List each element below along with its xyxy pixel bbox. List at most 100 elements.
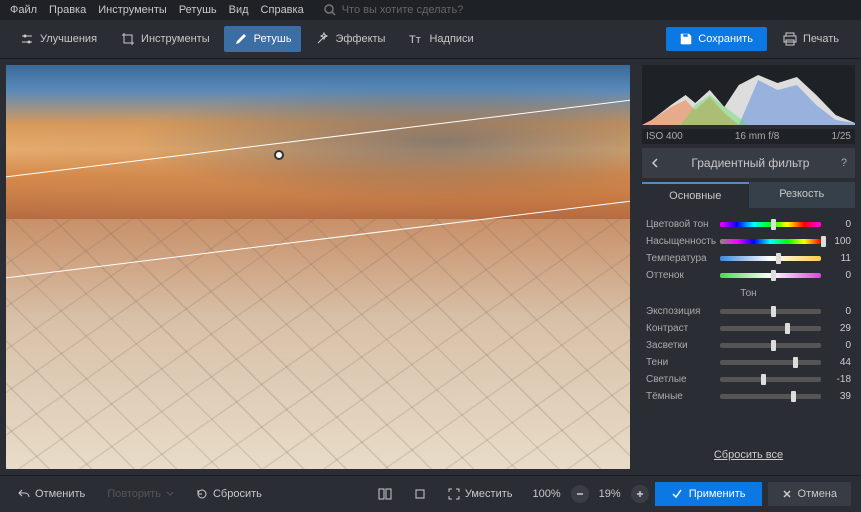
save-icon <box>680 33 692 45</box>
save-button[interactable]: Сохранить <box>666 27 767 51</box>
tab-tools[interactable]: Инструменты <box>111 26 220 52</box>
fit-label: Уместить <box>465 488 513 500</box>
menu-view[interactable]: Вид <box>229 4 249 16</box>
menu-tools[interactable]: Инструменты <box>98 4 167 16</box>
reset-label: Сбросить <box>213 488 262 500</box>
slider-shadows-value: 44 <box>827 357 851 368</box>
zoom-100[interactable]: 100% <box>527 488 567 500</box>
apply-button[interactable]: Применить <box>655 482 762 506</box>
sidebar: ISO 400 16 mm f/8 1/25 Градиентный фильт… <box>636 59 861 475</box>
brush-icon <box>234 32 248 46</box>
slider-shadows-track[interactable] <box>720 360 821 365</box>
tab-effects-label: Эффекты <box>335 33 385 45</box>
slider-hue-label: Цветовой тон <box>646 219 714 230</box>
fit-button[interactable]: Уместить <box>440 484 521 504</box>
print-icon <box>783 32 797 46</box>
slider-expo-thumb[interactable] <box>771 306 776 317</box>
fit-icon <box>448 488 460 500</box>
slider-shadows-thumb[interactable] <box>793 357 798 368</box>
undo-label: Отменить <box>35 488 85 500</box>
slider-expo-value: 0 <box>827 306 851 317</box>
meta-shutter: 1/25 <box>832 131 851 142</box>
slider-temp-thumb[interactable] <box>776 253 781 264</box>
slider-highlights-value: 0 <box>827 340 851 351</box>
slider-temp-value: 11 <box>827 253 851 264</box>
reset-button[interactable]: Сбросить <box>188 484 270 504</box>
menu-file[interactable]: Файл <box>10 4 37 16</box>
slider-contrast-thumb[interactable] <box>785 323 790 334</box>
meta-lens: 16 mm f/8 <box>735 131 779 142</box>
menu-help[interactable]: Справка <box>261 4 304 16</box>
zoom-current[interactable]: 19% <box>593 488 627 500</box>
subtab-basic[interactable]: Основные <box>642 182 749 208</box>
slider-contrast-value: 29 <box>827 323 851 334</box>
search-icon <box>324 4 336 16</box>
slider-highlights: Засветки 0 <box>644 337 853 354</box>
slider-highlights-track[interactable] <box>720 343 821 348</box>
panel-header: Градиентный фильтр ? <box>642 148 855 178</box>
menu-retouch[interactable]: Ретушь <box>179 4 217 16</box>
slider-temp-track[interactable] <box>720 256 821 261</box>
tab-enhance[interactable]: Улучшения <box>10 26 107 52</box>
canvas-image <box>6 65 630 469</box>
slider-whites-track[interactable] <box>720 377 821 382</box>
apply-label: Применить <box>689 488 746 500</box>
tab-captions-label: Надписи <box>429 33 473 45</box>
print-button[interactable]: Печать <box>771 26 851 52</box>
slider-blacks-track[interactable] <box>720 394 821 399</box>
undo-icon <box>18 488 30 500</box>
chevron-down-icon <box>166 490 174 498</box>
redo-label: Повторить <box>107 488 161 500</box>
slider-sat-thumb[interactable] <box>821 236 826 247</box>
slider-hue-value: 0 <box>827 219 851 230</box>
meta-iso: ISO 400 <box>646 131 683 142</box>
zoom-out-button[interactable] <box>571 485 589 503</box>
crop-view-icon <box>414 488 426 500</box>
slider-blacks: Тёмные 39 <box>644 388 853 405</box>
slider-expo-track[interactable] <box>720 309 821 314</box>
reset-all-link[interactable]: Сбросить все <box>642 441 855 469</box>
slider-tint-track[interactable] <box>720 273 821 278</box>
panel-title: Градиентный фильтр <box>660 156 841 170</box>
help-icon[interactable]: ? <box>841 157 847 169</box>
tab-retouch[interactable]: Ретушь <box>224 26 302 52</box>
canvas[interactable] <box>6 65 630 469</box>
slider-expo: Экспозиция 0 <box>644 303 853 320</box>
subtab-sharp[interactable]: Резкость <box>749 182 856 208</box>
search-area[interactable]: Что вы хотите сделать? <box>324 4 464 16</box>
bottombar: Отменить Повторить Сбросить Уместить 100… <box>0 475 861 512</box>
histogram[interactable] <box>642 65 855 125</box>
slider-temp: Температура 11 <box>644 250 853 267</box>
slider-hue-track[interactable] <box>720 222 821 227</box>
slider-sat-track[interactable] <box>720 239 821 244</box>
compare-button[interactable] <box>370 484 400 504</box>
redo-button[interactable]: Повторить <box>99 484 182 504</box>
slider-sat-value: 100 <box>827 236 851 247</box>
slider-blacks-thumb[interactable] <box>791 391 796 402</box>
reset-icon <box>196 488 208 500</box>
zoom-in-button[interactable] <box>631 485 649 503</box>
tab-enhance-label: Улучшения <box>40 33 97 45</box>
undo-button[interactable]: Отменить <box>10 484 93 504</box>
print-label: Печать <box>803 33 839 45</box>
tab-tools-label: Инструменты <box>141 33 210 45</box>
close-icon <box>782 489 792 499</box>
slider-highlights-label: Засветки <box>646 340 714 351</box>
cancel-button[interactable]: Отмена <box>768 482 851 506</box>
back-icon[interactable] <box>650 158 660 168</box>
slider-sat: Насыщенность 100 <box>644 233 853 250</box>
tab-captions[interactable]: Tᴛ Надписи <box>399 26 483 52</box>
sub-tabs: Основные Резкость <box>642 182 855 208</box>
crop-view-button[interactable] <box>406 484 434 504</box>
menu-edit[interactable]: Правка <box>49 4 86 16</box>
slider-tint-thumb[interactable] <box>771 270 776 281</box>
slider-whites-thumb[interactable] <box>761 374 766 385</box>
slider-contrast-track[interactable] <box>720 326 821 331</box>
slider-temp-label: Температура <box>646 253 714 264</box>
compare-icon <box>378 488 392 500</box>
slider-hue-thumb[interactable] <box>771 219 776 230</box>
tab-effects[interactable]: Эффекты <box>305 26 395 52</box>
section-tone: Тон <box>644 284 853 303</box>
slider-shadows-label: Тени <box>646 357 714 368</box>
slider-highlights-thumb[interactable] <box>771 340 776 351</box>
